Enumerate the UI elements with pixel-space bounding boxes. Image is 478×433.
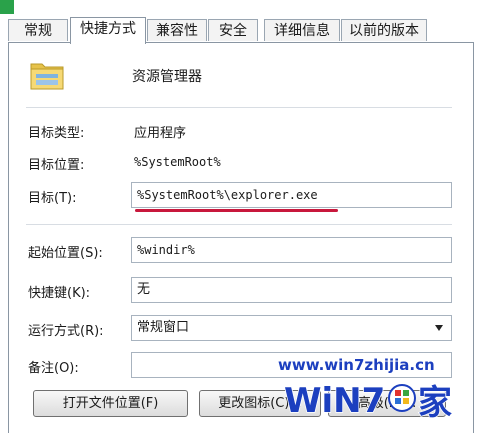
target-location-label: 目标位置: xyxy=(28,158,85,173)
chevron-down-icon[interactable] xyxy=(435,325,443,331)
tab-details[interactable]: 详细信息 xyxy=(264,19,340,41)
comment-label: 备注(O): xyxy=(28,361,79,376)
svg-text:家: 家 xyxy=(418,383,452,422)
open-file-location-button[interactable]: 打开文件位置(F) xyxy=(33,390,188,417)
tab-bar: 常规 快捷方式 兼容性 安全 详细信息 以前的版本 xyxy=(8,17,470,44)
tab-shortcut[interactable]: 快捷方式 xyxy=(70,17,146,44)
divider-middle xyxy=(26,224,452,225)
target-type-label: 目标类型: xyxy=(28,126,85,141)
window-corner-accent xyxy=(0,0,14,14)
run-label: 运行方式(R): xyxy=(28,324,104,339)
folder-icon xyxy=(28,56,66,94)
shortcut-key-label: 快捷键(K): xyxy=(28,286,91,301)
divider-top xyxy=(26,107,452,108)
start-in-label: 起始位置(S): xyxy=(28,246,103,261)
tab-security[interactable]: 安全 xyxy=(208,19,258,41)
run-select-value: 常规窗口 xyxy=(137,320,190,335)
start-in-field[interactable]: %windir% xyxy=(131,237,452,263)
target-label: 目标(T): xyxy=(28,191,77,206)
watermark-logo: WiN7 家 xyxy=(282,374,454,424)
target-field[interactable]: %SystemRoot%\explorer.exe xyxy=(131,182,452,208)
target-type-value: 应用程序 xyxy=(134,126,187,141)
watermark-url: www.win7zhijia.cn xyxy=(278,356,435,374)
tab-compatibility[interactable]: 兼容性 xyxy=(147,19,207,41)
target-location-value: %SystemRoot% xyxy=(134,155,221,169)
tab-previous-versions[interactable]: 以前的版本 xyxy=(341,19,427,41)
run-select[interactable]: 常规窗口 xyxy=(131,315,452,341)
tab-general[interactable]: 常规 xyxy=(8,19,68,41)
shortcut-key-field[interactable]: 无 xyxy=(131,277,452,303)
shortcut-name: 资源管理器 xyxy=(132,69,202,85)
target-highlight-underline xyxy=(135,209,338,212)
svg-text:WiN7: WiN7 xyxy=(284,381,385,421)
